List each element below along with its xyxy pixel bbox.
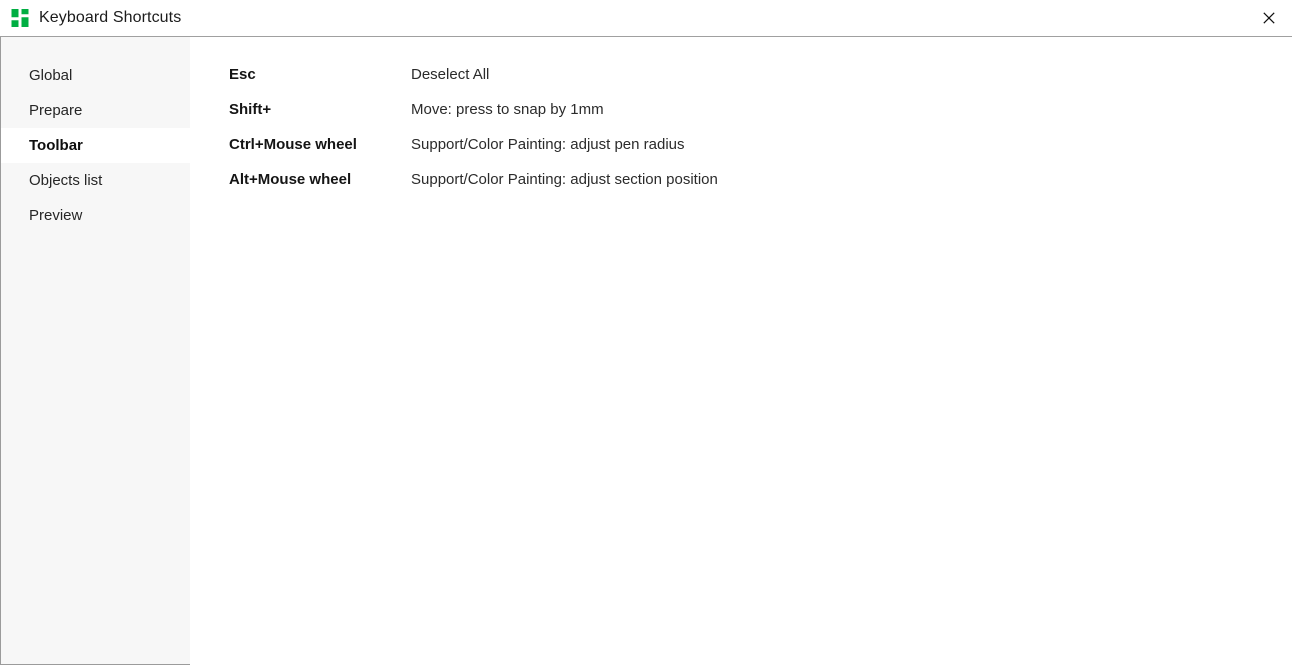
sidebar-nav: Global Prepare Toolbar Objects list Prev… (0, 37, 190, 665)
shortcuts-table: Esc Deselect All Shift+ Move: press to s… (229, 57, 718, 197)
shortcut-description: Support/Color Painting: adjust pen radiu… (411, 136, 685, 153)
table-row: Ctrl+Mouse wheel Support/Color Painting:… (229, 127, 718, 162)
shortcut-key: Shift+ (229, 101, 272, 118)
shortcut-key: Alt+Mouse wheel (229, 171, 352, 188)
sidebar-item-label: Objects list (29, 172, 103, 189)
sidebar-item-toolbar[interactable]: Toolbar (1, 128, 190, 163)
shortcut-key: Ctrl+Mouse wheel (229, 136, 357, 153)
sidebar-item-label: Global (29, 67, 73, 84)
table-row: Shift+ Move: press to snap by 1mm (229, 92, 718, 127)
table-row: Alt+Mouse wheel Support/Color Painting: … (229, 162, 718, 197)
sidebar-item-prepare[interactable]: Prepare (1, 93, 190, 128)
close-icon (1263, 12, 1275, 24)
app-logo-icon (11, 9, 29, 27)
sidebar-item-label: Prepare (29, 102, 83, 119)
window-title: Keyboard Shortcuts (39, 9, 182, 26)
sidebar-item-label: Preview (29, 207, 83, 224)
table-row: Esc Deselect All (229, 57, 718, 92)
shortcut-description: Support/Color Painting: adjust section p… (411, 171, 718, 188)
shortcut-key: Esc (229, 66, 256, 83)
title-bar: Keyboard Shortcuts (0, 0, 1292, 37)
shortcuts-content: Esc Deselect All Shift+ Move: press to s… (190, 37, 1292, 665)
keyboard-shortcuts-dialog: Keyboard Shortcuts Global Prepare Toolba… (0, 0, 1292, 665)
sidebar-item-objects-list[interactable]: Objects list (1, 163, 190, 198)
sidebar-item-preview[interactable]: Preview (1, 198, 190, 233)
sidebar-item-label: Toolbar (29, 137, 83, 154)
sidebar-item-global[interactable]: Global (1, 58, 190, 93)
shortcut-description: Deselect All (411, 66, 490, 83)
close-button[interactable] (1246, 0, 1292, 36)
shortcut-description: Move: press to snap by 1mm (411, 101, 604, 118)
dialog-body: Global Prepare Toolbar Objects list Prev… (0, 37, 1292, 665)
